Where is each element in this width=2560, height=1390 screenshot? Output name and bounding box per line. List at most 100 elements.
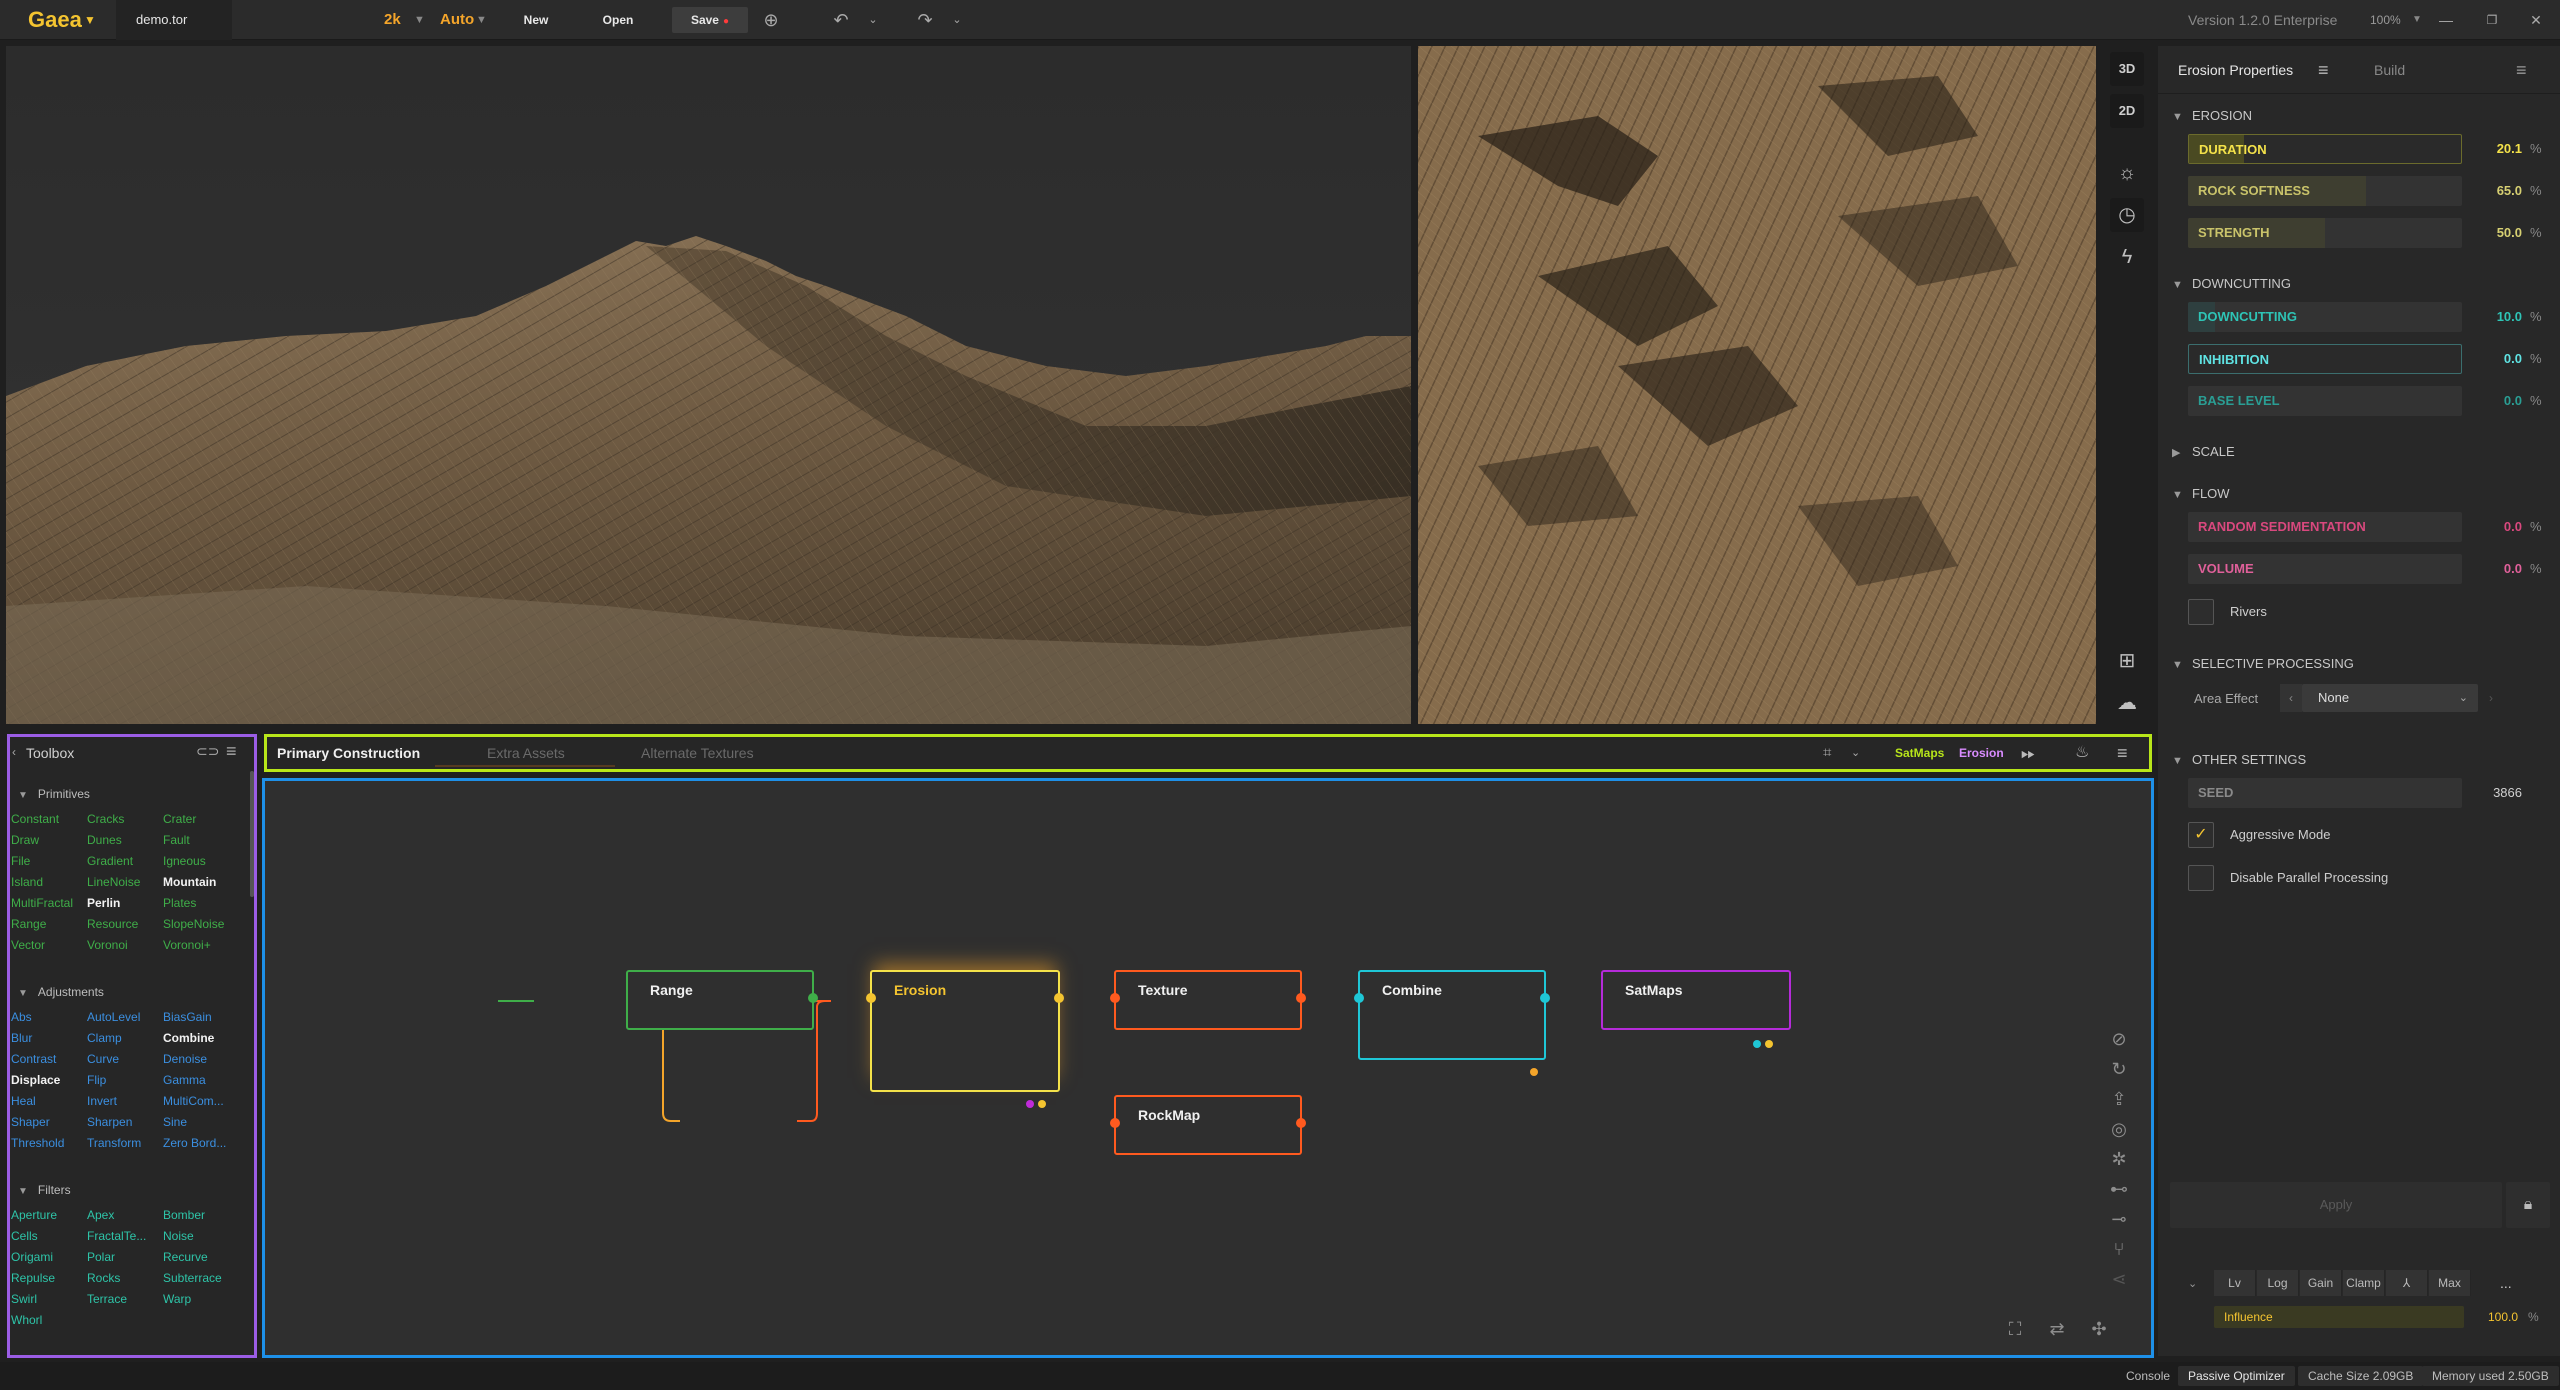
param-seed[interactable]: SEED 3866 [2188, 778, 2552, 808]
toolbox-item[interactable]: Sharpen [87, 1114, 132, 1130]
rivers-checkbox[interactable] [2188, 599, 2214, 625]
chevron-down-icon[interactable]: ⌄ [946, 0, 968, 40]
ui-zoom-dropdown[interactable]: 100% [2370, 0, 2401, 40]
node-erosion[interactable]: Erosion [866, 970, 1064, 1108]
apply-button[interactable]: Apply [2170, 1182, 2502, 1228]
param-value[interactable]: 0.0 [2470, 386, 2522, 416]
toolbox-item[interactable]: Crater [163, 811, 196, 827]
tab-alternate-textures[interactable]: Alternate Textures [641, 737, 754, 769]
extra-port[interactable] [1753, 1040, 1761, 1048]
toolbox-item[interactable]: Denoise [163, 1051, 207, 1067]
toolbox-item[interactable]: Constant [11, 811, 59, 827]
toolbox-item[interactable]: Aperture [11, 1207, 57, 1223]
node-satmaps[interactable]: SatMaps [1601, 970, 1791, 1048]
tab-primary-construction[interactable]: Primary Construction [277, 737, 420, 769]
lock-icon[interactable]: 🔒︎ [2506, 1182, 2550, 1228]
toolbox-item[interactable]: FractalTe... [87, 1228, 146, 1244]
toolbox-item[interactable]: Blur [11, 1030, 32, 1046]
toolbox-item[interactable]: Sine [163, 1114, 187, 1130]
param-value[interactable]: 0.0 [2470, 512, 2522, 542]
node-range[interactable]: Range [626, 970, 818, 1030]
refresh-icon[interactable]: ↻ [2107, 1059, 2131, 1080]
toolbox-item[interactable]: Dunes [87, 832, 122, 848]
chevron-down-icon[interactable]: ▼ [84, 0, 96, 40]
swap-icon[interactable]: ⇄ [2045, 1319, 2069, 1340]
app-menu-logo[interactable]: Gaea [28, 0, 82, 40]
toolbox-item[interactable]: Voronoi [87, 937, 128, 953]
param-strength[interactable]: STRENGTH 50.0 % [2188, 218, 2552, 248]
toolbox-item[interactable]: Cells [11, 1228, 38, 1244]
toolbox-item[interactable]: Warp [163, 1291, 191, 1307]
toolbox-item[interactable]: Perlin [87, 895, 120, 911]
toolbox-item[interactable]: Recurve [163, 1249, 208, 1265]
tab-extra-assets[interactable]: Extra Assets [487, 737, 565, 769]
node-texture[interactable]: Texture [1110, 970, 1306, 1030]
disable-parallel-checkbox[interactable] [2188, 865, 2214, 891]
toolbox-item[interactable]: Noise [163, 1228, 194, 1244]
export-icon[interactable]: ⇪ [2107, 1089, 2131, 1110]
toolbox-item[interactable]: BiasGain [163, 1009, 212, 1025]
output-port[interactable] [808, 993, 818, 1003]
toolbox-item[interactable]: Apex [87, 1207, 114, 1223]
toolbox-item[interactable]: AutoLevel [87, 1009, 140, 1025]
modifier-button[interactable]: Max [2429, 1270, 2471, 1296]
target-icon[interactable]: ◎ [2107, 1119, 2131, 1140]
section-other-settings[interactable]: ▼ OTHER SETTINGS [2172, 748, 2552, 772]
input-port[interactable] [1110, 993, 1120, 1003]
crop-icon[interactable]: ⌗ [1823, 737, 1831, 769]
toolbox-item[interactable]: Range [11, 916, 46, 932]
node-graph-canvas[interactable]: Range Erosion Texture RockMap Combine Sa… [262, 778, 2154, 1358]
viewport-3d[interactable] [6, 46, 1411, 724]
chevron-down-icon[interactable]: ⌄ [862, 0, 884, 40]
param-value[interactable]: 10.0 [2470, 302, 2522, 332]
chevron-left-icon[interactable]: ‹ [12, 745, 16, 759]
passive-optimizer-button[interactable]: Passive Optimizer [2178, 1366, 2295, 1386]
output-port[interactable] [1296, 1118, 1306, 1128]
base-level-slider[interactable]: BASE LEVEL [2188, 386, 2462, 416]
section-scale[interactable]: ▶ SCALE [2172, 440, 2552, 464]
close-icon[interactable]: ✕ [2526, 0, 2546, 40]
param-value[interactable]: 0.0 [2470, 344, 2522, 374]
breadcrumb-satmaps[interactable]: SatMaps [1895, 737, 1944, 769]
toolbox-item[interactable]: Rocks [87, 1270, 120, 1286]
modifier-button[interactable]: Clamp [2343, 1270, 2385, 1296]
toolbox-section-adjustments[interactable]: ▼ Adjustments [18, 985, 104, 999]
toolbox-item[interactable]: Draw [11, 832, 39, 848]
console-button[interactable]: Console [2116, 1366, 2180, 1386]
grid-layout-icon[interactable]: ⊞ [2110, 644, 2144, 678]
param-base-level[interactable]: BASE LEVEL 0.0 % [2188, 386, 2552, 416]
frame-all-icon[interactable]: ⛶ [2003, 1319, 2027, 1340]
toolbox-item[interactable]: Island [11, 874, 43, 890]
toolbox-item[interactable]: Cracks [87, 811, 124, 827]
new-button[interactable]: New [506, 0, 566, 40]
minimize-icon[interactable]: — [2436, 0, 2456, 40]
redo-icon[interactable]: ↷ [914, 0, 936, 40]
toolbox-item[interactable]: Combine [163, 1030, 214, 1046]
extra-port[interactable] [1765, 1040, 1773, 1048]
section-downcutting[interactable]: ▼ DOWNCUTTING [2172, 272, 2552, 296]
tab-erosion-properties[interactable]: Erosion Properties [2178, 46, 2293, 94]
flame-icon[interactable]: ♨ [2075, 737, 2089, 769]
toolbox-item[interactable]: MultiCom... [163, 1093, 224, 1109]
modifier-button[interactable]: Log [2257, 1270, 2299, 1296]
node-rockmap[interactable]: RockMap [1110, 1095, 1306, 1155]
toolbox-item[interactable]: Abs [11, 1009, 32, 1025]
random-sedimentation-slider[interactable]: RANDOM SEDIMENTATION [2188, 512, 2462, 542]
downcutting-slider[interactable]: DOWNCUTTING [2188, 302, 2462, 332]
section-erosion[interactable]: ▼ EROSION [2172, 104, 2552, 128]
toolbox-item[interactable]: Repulse [11, 1270, 55, 1286]
param-value[interactable]: 50.0 [2470, 218, 2522, 248]
extra-port[interactable] [1038, 1100, 1046, 1108]
toolbox-item[interactable]: Zero Bord... [163, 1135, 226, 1151]
viewport-2d[interactable] [1418, 46, 2096, 724]
maximize-icon[interactable]: ❐ [2482, 0, 2502, 40]
fast-forward-icon[interactable]: ⏩︎ [2021, 737, 2035, 769]
toggle-icon[interactable]: ⊂⊃ [196, 743, 219, 760]
mask-port[interactable] [1026, 1100, 1034, 1108]
toolbox-item[interactable]: Plates [163, 895, 196, 911]
undo-icon[interactable]: ↶ [830, 0, 852, 40]
aggressive-mode-checkbox[interactable]: ✓ [2188, 822, 2214, 848]
toolbox-item[interactable]: Invert [87, 1093, 117, 1109]
breadcrumb-erosion[interactable]: Erosion [1959, 737, 2004, 769]
toolbox-item[interactable]: Resource [87, 916, 138, 932]
